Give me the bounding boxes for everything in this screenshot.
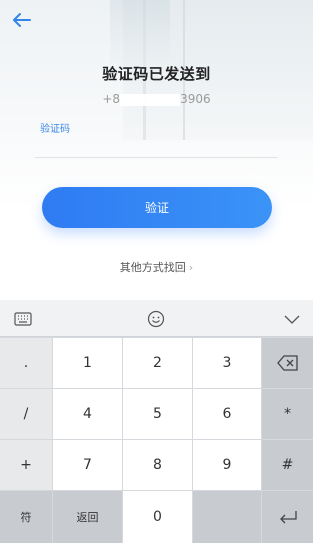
space-key[interactable] (193, 491, 261, 543)
phone-suffix: 3906 (180, 92, 211, 106)
other-method-label: 其他方式找回 (119, 261, 186, 274)
key-0[interactable]: 0 (123, 491, 192, 543)
keyboard-toolbar (0, 300, 313, 337)
page-title: 验证码已发送到 (102, 65, 211, 83)
enter-key[interactable] (262, 491, 313, 543)
key-1[interactable]: 1 (53, 338, 122, 388)
emoji-icon[interactable] (145, 308, 167, 330)
enter-icon (279, 511, 297, 524)
phone-mask (120, 93, 181, 106)
key-3[interactable]: 3 (193, 338, 261, 388)
phone-prefix: +8 (102, 92, 121, 106)
key-symbol[interactable]: / (0, 389, 52, 439)
numeric-keyboard: . / + - 1 2 3 4 5 6 7 8 9 符 返回 0 * # (0, 300, 313, 543)
masked-phone-number: +8 3906 (0, 92, 313, 106)
verify-button[interactable]: 验证 (42, 187, 272, 228)
code-input-underline[interactable] (35, 157, 278, 158)
return-key[interactable]: 返回 (53, 491, 122, 543)
backspace-icon (276, 355, 298, 371)
key-8[interactable]: 8 (123, 440, 192, 490)
key-hash[interactable]: # (262, 440, 313, 490)
keyboard-icon[interactable] (12, 308, 34, 330)
symbols-switch-key[interactable]: 符 (0, 491, 52, 543)
background-photo-detail (110, 0, 170, 70)
back-arrow-icon[interactable] (10, 8, 34, 32)
key-asterisk[interactable]: * (262, 389, 313, 439)
key-2[interactable]: 2 (123, 338, 192, 388)
verification-screen: 验证码已发送到 +8 3906 验证码 验证 其他方式找回 › (0, 0, 313, 300)
chevron-down-icon[interactable] (281, 308, 303, 330)
key-5[interactable]: 5 (123, 389, 192, 439)
key-7[interactable]: 7 (53, 440, 122, 490)
backspace-key[interactable] (262, 338, 313, 388)
key-symbol[interactable]: . (0, 338, 52, 388)
chevron-right-icon: › (188, 261, 194, 274)
key-4[interactable]: 4 (53, 389, 122, 439)
key-6[interactable]: 6 (193, 389, 261, 439)
code-label: 验证码 (40, 124, 70, 135)
key-9[interactable]: 9 (193, 440, 261, 490)
key-symbol[interactable]: + (0, 440, 52, 490)
other-method-link[interactable]: 其他方式找回 › (0, 259, 313, 275)
